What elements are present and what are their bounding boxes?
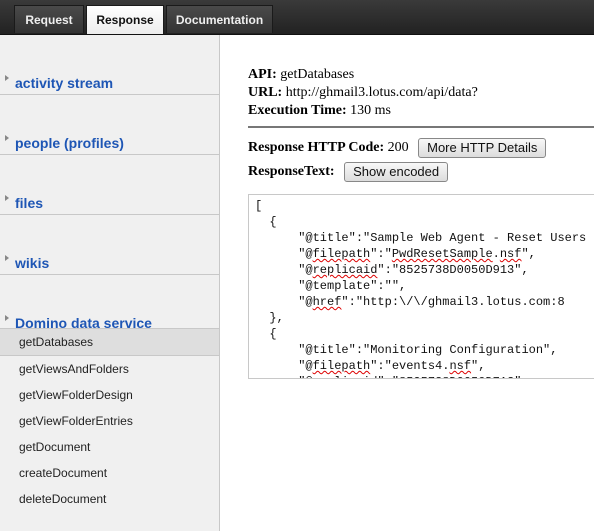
sidebar-section-files[interactable]: files bbox=[0, 155, 219, 215]
response-text-row: ResponseText: Show encoded bbox=[248, 160, 594, 184]
expand-arrow-icon bbox=[5, 75, 9, 81]
execution-time-row: Execution Time: 130 ms bbox=[248, 102, 594, 120]
show-encoded-button[interactable]: Show encoded bbox=[344, 161, 449, 182]
sidebar-item-getViewsAndFolders[interactable]: getViewsAndFolders bbox=[0, 356, 219, 382]
tab-documentation[interactable]: Documentation bbox=[166, 5, 273, 33]
http-code-value: 200 bbox=[387, 140, 409, 155]
response-text-label: ResponseText: bbox=[248, 164, 335, 179]
url-value: http://ghmail3.lotus.com/api/data? bbox=[285, 85, 478, 100]
expand-arrow-icon bbox=[5, 315, 9, 321]
sidebar-section-label[interactable]: wikis bbox=[15, 255, 49, 271]
response-line: "@template":"", bbox=[255, 279, 407, 293]
tab-response[interactable]: Response bbox=[86, 5, 164, 34]
sidebar: activity stream people (profiles) files … bbox=[0, 35, 220, 531]
sidebar-section-label[interactable]: activity stream bbox=[15, 75, 113, 91]
sidebar-item-getViewFolderDesign[interactable]: getViewFolderDesign bbox=[0, 382, 219, 408]
expand-arrow-icon bbox=[5, 195, 9, 201]
more-http-details-button[interactable]: More HTTP Details bbox=[418, 137, 547, 158]
divider bbox=[248, 126, 594, 128]
sidebar-item-getViewFolderEntries[interactable]: getViewFolderEntries bbox=[0, 408, 219, 434]
sidebar-item-createDocument[interactable]: createDocument bbox=[0, 460, 219, 486]
response-line: [ bbox=[255, 199, 263, 213]
response-text-area[interactable]: [ { "@title":"Sample Web Agent - Reset U… bbox=[248, 194, 594, 379]
sidebar-section-people[interactable]: people (profiles) bbox=[0, 95, 219, 155]
execution-time-label: Execution Time: bbox=[248, 103, 347, 118]
response-line: "@title":"Monitoring Configuration", bbox=[255, 343, 558, 357]
sidebar-section-activity-stream[interactable]: activity stream bbox=[0, 35, 219, 95]
tab-request[interactable]: Request bbox=[14, 5, 84, 33]
response-line: "@href":"http:\/\/ghmail3.lotus.com:8 bbox=[255, 295, 565, 309]
sidebar-section-label[interactable]: people (profiles) bbox=[15, 135, 124, 151]
response-line: }, bbox=[255, 311, 284, 325]
api-label: API: bbox=[248, 67, 277, 82]
api-value: getDatabases bbox=[280, 67, 355, 82]
response-line: { bbox=[255, 327, 277, 341]
sidebar-item-deleteDocument[interactable]: deleteDocument bbox=[0, 486, 219, 512]
expand-arrow-icon bbox=[5, 135, 9, 141]
top-tab-bar: Request Response Documentation bbox=[0, 0, 594, 35]
sidebar-item-getDocument[interactable]: getDocument bbox=[0, 434, 219, 460]
url-row: URL: http://ghmail3.lotus.com/api/data? bbox=[248, 84, 594, 102]
response-panel: API: getDatabases URL: http://ghmail3.lo… bbox=[248, 66, 594, 184]
http-code-label: Response HTTP Code: bbox=[248, 140, 385, 155]
response-line: "@filepath":"PwdResetSample.nsf", bbox=[255, 247, 536, 261]
response-json: [ { "@title":"Sample Web Agent - Reset U… bbox=[249, 195, 594, 378]
expand-arrow-icon bbox=[5, 255, 9, 261]
sidebar-section-label[interactable]: files bbox=[15, 195, 43, 211]
response-line: "@replicaid":"8525738D0050D913", bbox=[255, 263, 529, 277]
http-code-row: Response HTTP Code: 200 More HTTP Detail… bbox=[248, 136, 594, 160]
sidebar-section-domino[interactable]: Domino data service bbox=[0, 275, 219, 331]
api-row: API: getDatabases bbox=[248, 66, 594, 84]
response-line: { bbox=[255, 215, 277, 229]
sidebar-section-wikis[interactable]: wikis bbox=[0, 215, 219, 275]
url-label: URL: bbox=[248, 85, 283, 100]
sidebar-section-label[interactable]: Domino data service bbox=[15, 315, 152, 331]
execution-time-value: 130 ms bbox=[350, 103, 391, 118]
sidebar-item-getDatabases[interactable]: getDatabases bbox=[0, 328, 219, 356]
response-line: "@title":"Sample Web Agent - Reset Users… bbox=[298, 231, 594, 245]
response-line: "@filepath":"events4.nsf", bbox=[255, 359, 486, 373]
response-line: "@replicaid":"8525738D0050D7A3", bbox=[255, 374, 594, 378]
